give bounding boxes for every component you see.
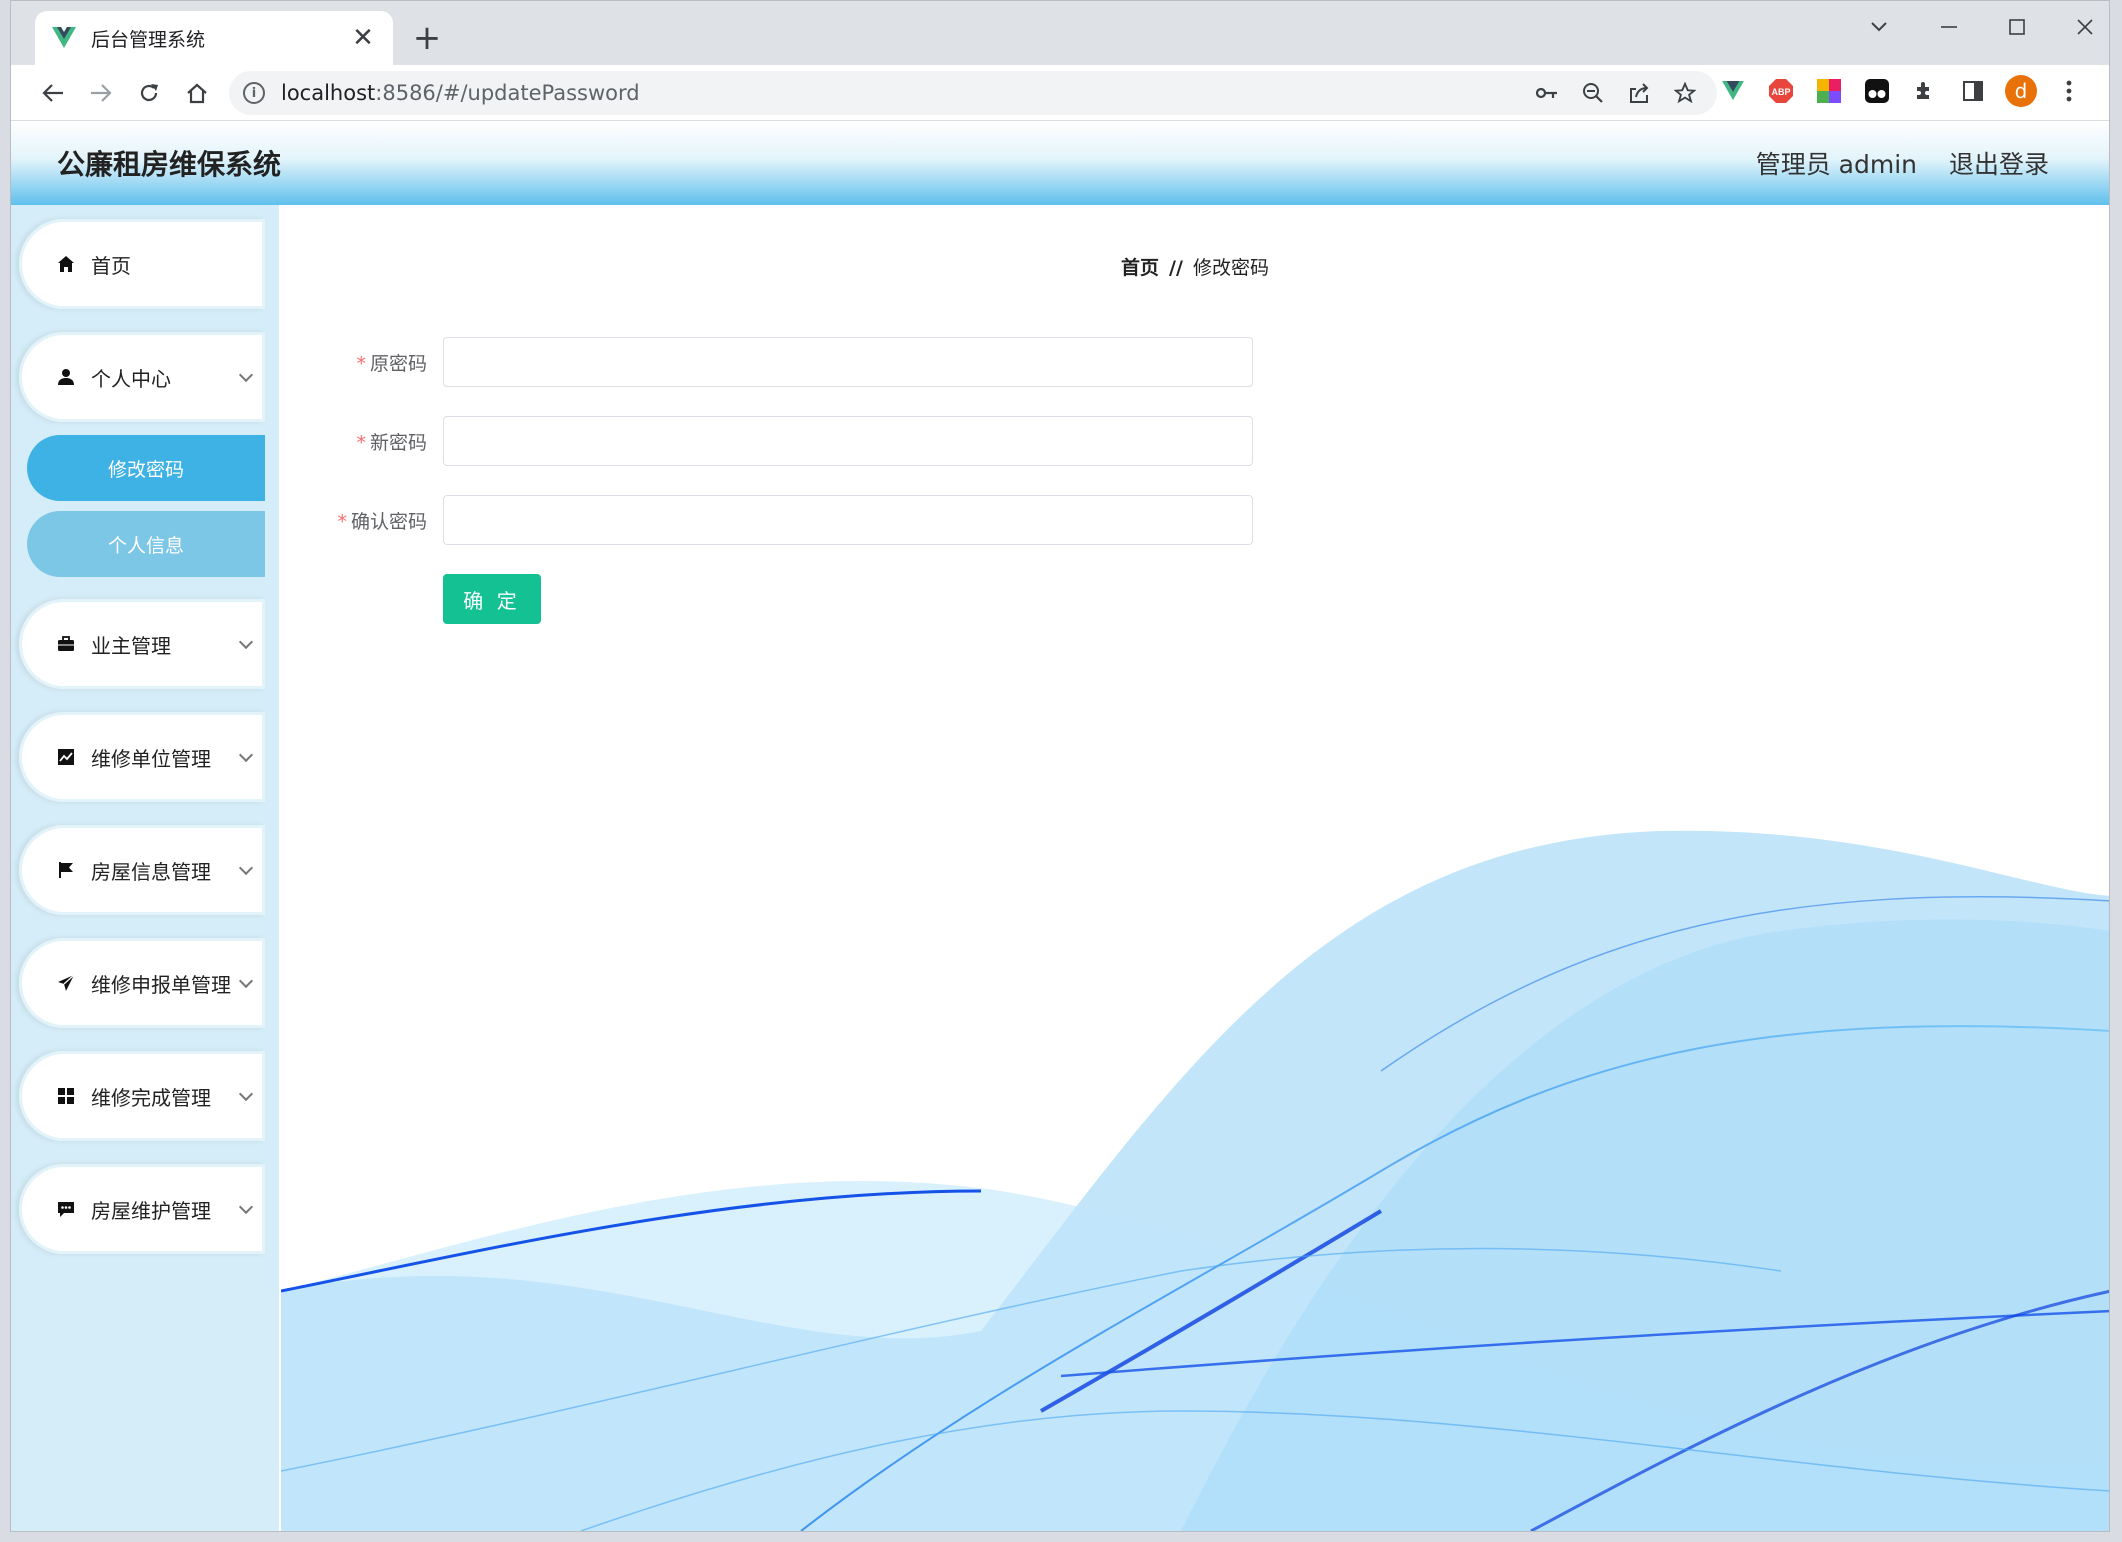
browser-menu-icon[interactable] [2049, 71, 2089, 111]
sidebar-item-home[interactable]: 首页 [19, 219, 265, 309]
tampermonkey-icon[interactable] [1857, 71, 1897, 111]
share-icon[interactable] [1621, 75, 1657, 111]
old-password-input[interactable] [443, 337, 1253, 387]
wave-background-image [281, 830, 2109, 1531]
maximize-icon[interactable] [1995, 7, 2039, 47]
app-root: 公廉租房维保系统 管理员 admin 退出登录 首页 个人中心 修改密码 个人信… [11, 121, 2109, 1531]
tab-close-icon[interactable]: ✕ [349, 23, 377, 53]
sidebar-item-label: 业主管理 [91, 633, 171, 658]
adblock-icon[interactable]: ABP [1761, 71, 1801, 111]
browser-tab[interactable]: 后台管理系统 ✕ [35, 11, 393, 65]
browser-toolbar: i localhost:8586/#/updatePassword ABP d [11, 65, 2109, 121]
form-row-old-password: * 原密码 [281, 337, 1253, 387]
profile-avatar[interactable]: d [2001, 71, 2041, 111]
sidebar-item-label: 维修申报单管理 [91, 972, 231, 997]
tab-title: 后台管理系统 [91, 28, 206, 51]
zoom-out-icon[interactable] [1575, 75, 1611, 111]
system-title: 公廉租房维保系统 [57, 148, 282, 181]
breadcrumb-home[interactable]: 首页 [1121, 257, 1159, 279]
submenu-item-personal-info[interactable]: 个人信息 [27, 511, 265, 577]
tab-search-icon[interactable] [1857, 7, 1901, 47]
confirm-button[interactable]: 确 定 [443, 574, 541, 624]
current-user: 管理员 admin [1755, 150, 1917, 179]
confirm-password-input[interactable] [443, 495, 1253, 545]
new-password-input[interactable] [443, 416, 1253, 466]
briefcase-icon [55, 633, 77, 655]
extensions-puzzle-icon[interactable] [1905, 71, 1945, 111]
vue-devtools-icon[interactable] [1713, 71, 1753, 111]
change-password-form: * 原密码 * 新密码 * 确认密码 确 定 [281, 337, 1253, 624]
sidebar-item-repair-request-management[interactable]: 维修申报单管理 [19, 938, 265, 1028]
sidebar-item-label: 房屋信息管理 [91, 859, 211, 884]
key-icon[interactable] [1529, 75, 1565, 111]
sidebar-item-label: 房屋维护管理 [91, 1198, 211, 1223]
logout-link[interactable]: 退出登录 [1949, 145, 2049, 181]
send-icon [55, 972, 77, 994]
url-text: localhost:8586/#/updatePassword [281, 81, 640, 105]
window-close-icon[interactable] [2063, 7, 2107, 47]
old-password-label: * 原密码 [356, 352, 427, 375]
sidebar-item-label: 首页 [91, 253, 131, 278]
minimize-icon[interactable] [1927, 7, 1971, 47]
svg-text:ABP: ABP [1771, 87, 1790, 97]
form-row-new-password: * 新密码 [281, 416, 1253, 466]
side-panel-icon[interactable] [1953, 71, 1993, 111]
form-row-confirm-password: * 确认密码 [281, 495, 1253, 545]
submenu-item-change-password[interactable]: 修改密码 [27, 435, 265, 501]
sidebar-item-label: 维修单位管理 [91, 746, 211, 771]
extensions-row: ABP d [1713, 71, 2089, 111]
sidebar-item-repair-complete-management[interactable]: 维修完成管理 [19, 1051, 265, 1141]
grid-icon [55, 1085, 77, 1107]
comment-icon [55, 1198, 77, 1220]
home-browser-icon[interactable] [173, 69, 221, 117]
sidebar-item-house-info-management[interactable]: 房屋信息管理 [19, 825, 265, 915]
tab-strip: 后台管理系统 ✕ + [11, 1, 2109, 65]
flag-icon [55, 859, 77, 881]
sidebar-item-owner-management[interactable]: 业主管理 [19, 599, 265, 689]
sidebar-item-repair-unit-management[interactable]: 维修单位管理 [19, 712, 265, 802]
site-info-icon[interactable]: i [243, 82, 265, 104]
user-icon [55, 366, 77, 388]
sidebar-item-personal-center[interactable]: 个人中心 [19, 332, 265, 422]
color-palette-icon[interactable] [1809, 71, 1849, 111]
main-content: 首页 // 修改密码 * 原密码 * 新密码 * 确认密码 确 定 [281, 205, 2109, 1531]
forward-icon[interactable] [77, 69, 125, 117]
breadcrumb-separator: // [1169, 257, 1183, 279]
new-password-label: * 新密码 [356, 431, 427, 454]
browser-window: 后台管理系统 ✕ + i localhost:8586/#/updatePass… [10, 0, 2110, 1532]
sidebar: 首页 个人中心 修改密码 个人信息 业主管理 维修单位管理 房屋信息管理 维修申… [11, 205, 279, 1531]
home-icon [55, 253, 77, 275]
address-bar[interactable]: i localhost:8586/#/updatePassword [229, 71, 1717, 115]
sidebar-item-label: 个人中心 [91, 366, 171, 391]
app-header: 公廉租房维保系统 管理员 admin 退出登录 [11, 121, 2109, 205]
bookmark-star-icon[interactable] [1667, 75, 1703, 111]
vue-logo-icon [51, 25, 77, 51]
breadcrumb: 首页 // 修改密码 [281, 253, 2109, 280]
new-tab-icon[interactable]: + [407, 19, 447, 59]
back-icon[interactable] [29, 69, 77, 117]
confirm-password-label: * 确认密码 [337, 510, 427, 533]
sidebar-item-house-maintenance-management[interactable]: 房屋维护管理 [19, 1164, 265, 1254]
breadcrumb-current: 修改密码 [1192, 257, 1269, 279]
chart-icon [55, 746, 77, 768]
sidebar-item-label: 维修完成管理 [91, 1085, 211, 1110]
reload-icon[interactable] [125, 69, 173, 117]
